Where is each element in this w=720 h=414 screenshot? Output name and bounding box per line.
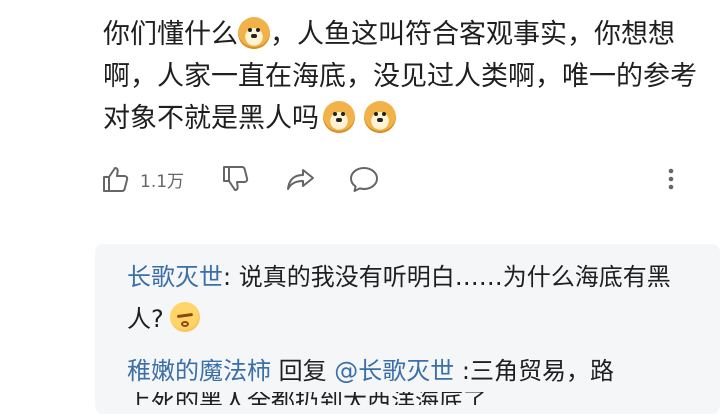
- like-count: 1.1万: [140, 171, 185, 192]
- reply-mention[interactable]: @长歌灭世: [334, 357, 454, 385]
- dislike-button[interactable]: [220, 164, 250, 194]
- reply-text-continuation: 上死的黑人全都扔到大西洋海底了: [127, 392, 547, 405]
- doge-emoji-icon: [363, 101, 396, 133]
- comment-icon: [350, 167, 378, 192]
- comment-text: 你们懂什么 ，人鱼这叫符合客观事实，你想想啊，人家一直在海底，没见过人类啊，唯一的…: [103, 14, 703, 140]
- reply-item: 稚嫩的魔法柿 回复 @长歌灭世 :三角贸易，路: [127, 350, 687, 392]
- thumbs-up-icon: [103, 167, 129, 192]
- reply-button[interactable]: [348, 164, 380, 194]
- share-icon: [287, 169, 314, 190]
- reply-item: 长歌灭世: 说真的我没有听明白……为什么海底有黑人?: [127, 256, 687, 340]
- doge-emoji-icon: [238, 17, 270, 49]
- like-button[interactable]: 1.1万: [100, 164, 184, 194]
- more-vertical-icon: [668, 168, 674, 190]
- reply-username[interactable]: 稚嫩的魔法柿: [127, 357, 271, 385]
- reply-username[interactable]: 长歌灭世: [127, 263, 223, 291]
- pout-emoji-icon: [169, 302, 200, 332]
- reply-text: :三角贸易，路: [454, 357, 614, 385]
- share-button[interactable]: [285, 164, 317, 194]
- comment-text-part1: 你们懂什么: [103, 19, 238, 50]
- thumbs-down-icon: [223, 166, 249, 191]
- reply-word: 回复: [271, 357, 335, 385]
- doge-emoji-icon: [323, 101, 355, 133]
- more-options-button[interactable]: [665, 164, 677, 194]
- comment-actions-bar: 1.1万: [100, 164, 690, 200]
